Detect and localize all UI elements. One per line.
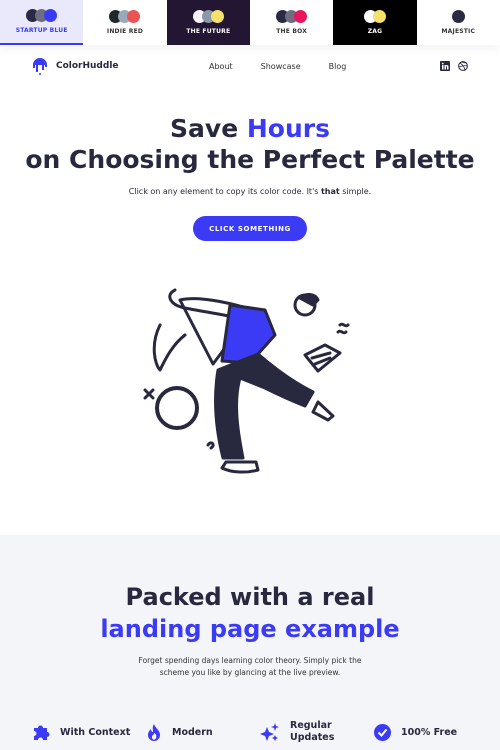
color-swatch — [210, 10, 224, 23]
feature-modern: Modern — [146, 720, 260, 744]
section-title: Packed with a real landing page example — [100, 583, 400, 643]
brand-logo[interactable]: ColorHuddle — [32, 57, 119, 75]
color-swatch — [372, 10, 386, 23]
feature-with-context: With Context — [32, 720, 146, 744]
puzzle-icon — [34, 725, 50, 740]
click-something-button[interactable]: CLICK SOMETHING — [193, 216, 307, 241]
color-swatch — [451, 10, 465, 23]
navbar: ColorHuddle About Showcase Blog — [0, 45, 500, 87]
feature-regular-updates: Regular Updates — [260, 720, 374, 744]
palette-label: THE BOX — [276, 28, 308, 35]
palette-tab[interactable]: THE FUTURE — [166, 0, 250, 45]
logo-icon — [33, 58, 47, 75]
brand-name: ColorHuddle — [56, 61, 119, 71]
nav-blog[interactable]: Blog — [329, 62, 347, 71]
feature-label: Regular Updates — [290, 720, 335, 743]
hero-subtitle: Click on any element to copy its color c… — [128, 187, 372, 196]
feature-label: With Context — [60, 726, 131, 738]
palette-tab[interactable]: ZAG — [333, 0, 417, 45]
palette-label: INDIE RED — [106, 28, 144, 35]
color-swatch — [44, 9, 58, 22]
dancing-man-illustration — [143, 288, 350, 474]
palette-tab[interactable]: MAJESTIC — [416, 0, 500, 45]
nav-showcase[interactable]: Showcase — [261, 62, 301, 71]
feature-label: 100% Free — [401, 726, 458, 738]
palette-label: STARTUP BLUE — [15, 27, 68, 34]
color-swatch — [127, 10, 141, 23]
palette-tab[interactable]: THE BOX — [249, 0, 334, 45]
palette-label: ZAG — [367, 28, 383, 35]
sparkles-icon — [260, 723, 279, 741]
check-circle-icon — [374, 723, 391, 741]
feature-free: 100% Free — [374, 720, 488, 744]
nav-about[interactable]: About — [209, 62, 233, 71]
features-section: Packed with a real landing page example F… — [0, 535, 500, 750]
hero-title: Save Hours on Choosing the Perfect Palet… — [25, 114, 475, 174]
feature-label: Modern — [172, 726, 213, 738]
palette-tab[interactable]: INDIE RED — [83, 0, 167, 45]
palette-tabs: STARTUP BLUE INDIE RED THE FUTURE THE BOX ZA… — [0, 0, 500, 45]
palette-tab[interactable]: STARTUP BLUE — [0, 0, 84, 45]
dribbble-icon[interactable] — [458, 61, 468, 71]
flame-icon — [148, 724, 160, 741]
color-swatch — [294, 10, 308, 23]
palette-label: THE FUTURE — [186, 28, 231, 35]
linkedin-icon[interactable] — [440, 61, 450, 71]
palette-label: MAJESTIC — [441, 28, 476, 35]
section-description: Forget spending days learning color theo… — [138, 656, 362, 677]
